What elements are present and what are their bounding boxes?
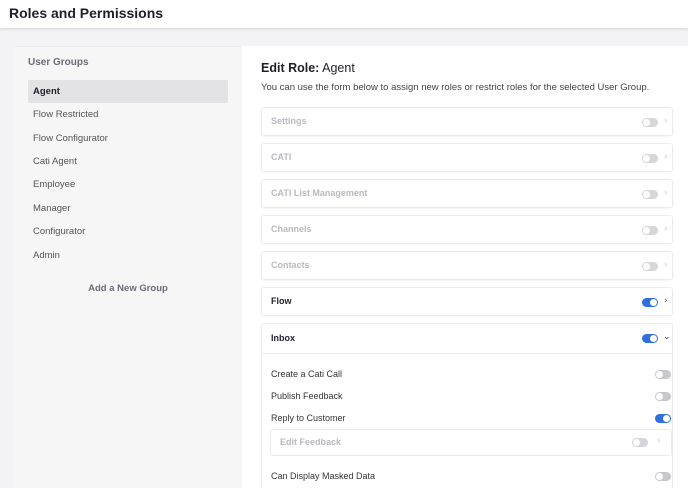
group-item-configurator[interactable]: Configurator <box>28 220 228 243</box>
chevron-right-icon[interactable]: › <box>657 436 661 446</box>
role-toggle[interactable] <box>642 190 658 199</box>
toggle-knob <box>656 371 663 378</box>
role-label: Settings <box>271 116 307 126</box>
group-item-flow-configurator[interactable]: Flow Configurator <box>28 127 228 150</box>
toggle-knob <box>643 119 650 126</box>
permission-label: Create a Cati Call <box>271 369 343 379</box>
role-toggle[interactable] <box>642 226 658 235</box>
page-title: Roles and Permissions <box>9 5 164 21</box>
role-label: Contacts <box>271 260 310 270</box>
chevron-right-icon[interactable]: › <box>664 116 668 126</box>
user-groups-sidebar: User Groups Agent Flow Restricted Flow C… <box>14 46 242 488</box>
role-label: CATI <box>271 152 292 162</box>
toggle-knob <box>643 155 650 162</box>
top-bar: Roles and Permissions <box>0 0 688 28</box>
toggle-knob <box>650 299 657 306</box>
role-label: CATI List Management <box>271 188 368 198</box>
group-item-admin[interactable]: Admin <box>28 244 228 267</box>
edit-role-title: Edit Role: Agent <box>261 61 355 75</box>
sub-role-toggle[interactable] <box>632 438 648 447</box>
inbox-header[interactable]: Inbox ⌄ <box>262 324 672 354</box>
role-label: Inbox <box>271 333 295 343</box>
toggle-knob <box>650 335 657 342</box>
role-label: Channels <box>271 224 312 234</box>
permission-label: Reply to Customer <box>271 413 346 423</box>
permission-toggle[interactable] <box>655 370 671 379</box>
chevron-right-icon[interactable]: › <box>664 152 668 162</box>
role-row-cati[interactable]: CATI › <box>261 143 673 172</box>
role-toggle[interactable] <box>642 262 658 271</box>
role-row-flow[interactable]: Flow › <box>261 287 673 316</box>
edit-role-name: Agent <box>322 61 355 75</box>
permission-toggle[interactable] <box>655 472 671 481</box>
role-toggle[interactable] <box>642 118 658 127</box>
role-row-channels[interactable]: Channels › <box>261 215 673 244</box>
toggle-knob <box>663 415 670 422</box>
group-item-manager[interactable]: Manager <box>28 197 228 220</box>
permission-label: Publish Feedback <box>271 391 343 401</box>
chevron-right-icon[interactable]: › <box>664 296 668 306</box>
chevron-right-icon[interactable]: › <box>664 224 668 234</box>
chevron-right-icon[interactable]: › <box>664 260 668 270</box>
toggle-knob <box>643 263 650 270</box>
toggle-knob <box>656 473 663 480</box>
chevron-down-icon[interactable]: ⌄ <box>663 332 671 342</box>
group-item-agent[interactable]: Agent <box>28 80 228 103</box>
chevron-right-icon[interactable]: › <box>664 188 668 198</box>
edit-role-panel: Edit Role: Agent You can use the form be… <box>242 46 688 488</box>
role-row-settings[interactable]: Settings › <box>261 107 673 136</box>
role-row-contacts[interactable]: Contacts › <box>261 251 673 280</box>
role-row-inbox: Inbox ⌄ Create a Cati Call Publish Feedb… <box>261 323 673 488</box>
toggle-knob <box>633 439 640 446</box>
role-toggle[interactable] <box>642 298 658 307</box>
permission-toggle[interactable] <box>655 414 671 423</box>
toggle-knob <box>656 393 663 400</box>
role-row-cati-list-management[interactable]: CATI List Management › <box>261 179 673 208</box>
permission-label: Can Display Masked Data <box>271 471 376 481</box>
role-label: Flow <box>271 296 292 306</box>
sub-role-label: Edit Feedback <box>280 437 342 447</box>
group-item-cati-agent[interactable]: Cati Agent <box>28 150 228 173</box>
add-group-button[interactable]: Add a New Group <box>28 283 228 294</box>
toggle-knob <box>643 227 650 234</box>
edit-role-description: You can use the form below to assign new… <box>261 82 650 93</box>
group-item-flow-restricted[interactable]: Flow Restricted <box>28 103 228 126</box>
toggle-knob <box>643 191 650 198</box>
sub-role-row-edit-feedback[interactable]: Edit Feedback › <box>270 429 672 456</box>
role-toggle[interactable] <box>642 154 658 163</box>
role-toggle[interactable] <box>642 334 658 343</box>
permission-toggle[interactable] <box>655 392 671 401</box>
sidebar-heading: User Groups <box>28 57 89 68</box>
group-item-employee[interactable]: Employee <box>28 173 228 196</box>
edit-role-prefix: Edit Role: <box>261 61 320 75</box>
